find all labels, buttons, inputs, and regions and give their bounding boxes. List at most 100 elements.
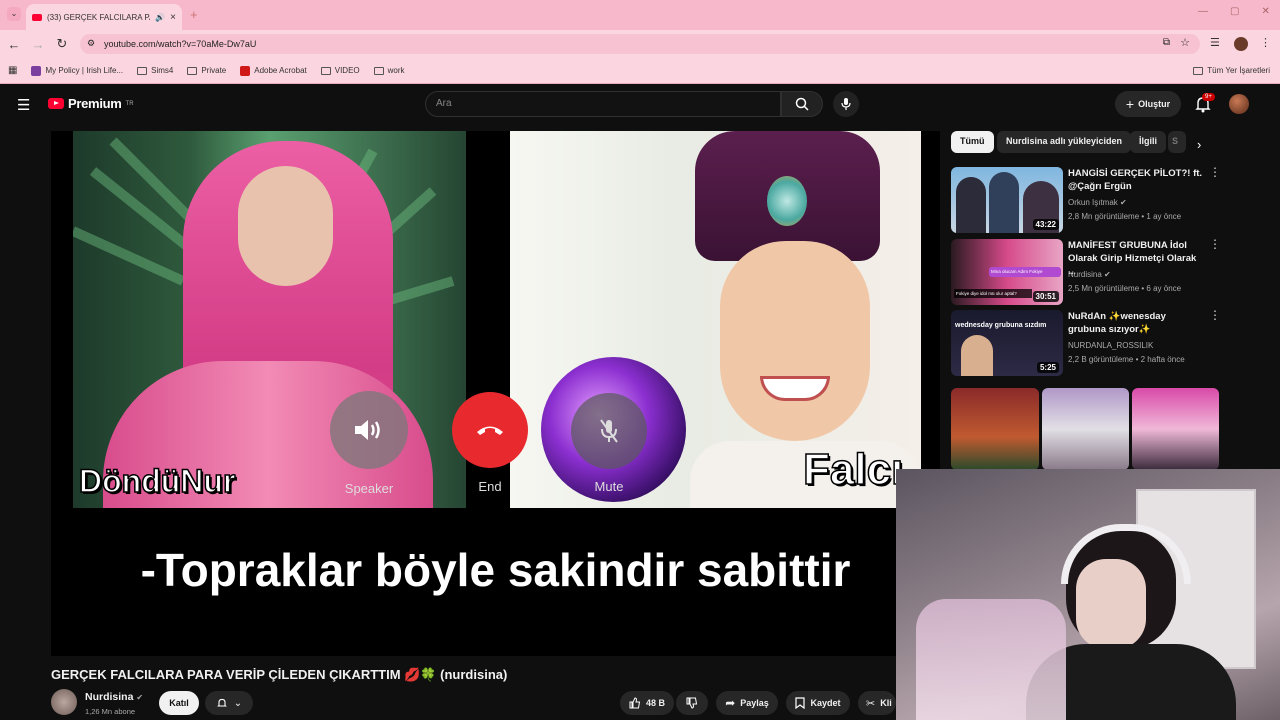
chip-related[interactable]: İlgili (1130, 131, 1166, 153)
youtube-play-icon (48, 98, 64, 109)
voice-search-button[interactable] (833, 91, 859, 117)
maximize-icon[interactable]: ▢ (1230, 6, 1239, 17)
plush-toys (916, 599, 1066, 720)
search-input[interactable]: Ara (425, 91, 781, 117)
thumbs-up-icon (629, 697, 641, 709)
bookmark-folder[interactable]: work (373, 66, 405, 75)
speaker-button[interactable] (330, 391, 408, 469)
video-title: GERÇEK FALCILARA PARA VERİP ÇİLEDEN ÇIKA… (51, 667, 508, 682)
recommendation-item[interactable]: 43:22 HANGİSİ GERÇEK PİLOT?! ft. @Çağrı … (951, 166, 1223, 235)
save-button[interactable]: Kaydet (786, 691, 850, 715)
mute-button[interactable] (571, 393, 647, 469)
clip-button[interactable]: ✂ Kli (858, 691, 896, 715)
chip-all[interactable]: Tümü (951, 131, 994, 153)
bookmark-star-icon[interactable]: ☆ (1180, 36, 1190, 49)
folder-icon (373, 66, 384, 75)
subscriber-count: 1,26 Mn abone (85, 707, 136, 716)
recommendation-item[interactable]: wednesday grubuna sızdım 5:25 NuRdAn ✨we… (951, 309, 1223, 378)
channel-name[interactable]: Nurdisina ✔ (85, 691, 143, 703)
person-figure (989, 172, 1019, 233)
apps-icon[interactable]: ▦ (8, 65, 17, 76)
audio-icon: 🔊 (155, 12, 166, 22)
minimize-icon[interactable]: — (1198, 6, 1208, 17)
person-figure (961, 335, 993, 376)
mute-label: Mute (594, 479, 624, 494)
turban-jewel (767, 176, 807, 226)
shorts-thumbnail[interactable] (951, 388, 1039, 470)
install-icon[interactable]: ⧉ (1163, 37, 1170, 48)
bookmark-favicon-icon (31, 65, 42, 76)
like-button[interactable]: 48 B (620, 691, 674, 715)
share-button[interactable]: ➦ Paylaş (716, 691, 778, 715)
create-label: Oluştur (1138, 99, 1171, 109)
caller-left-panel (73, 131, 466, 508)
clip-label: Kli (880, 698, 892, 708)
end-call-button[interactable] (452, 392, 528, 468)
bookmark-icon (795, 697, 806, 709)
tab-close-icon[interactable]: × (170, 12, 176, 23)
channel-avatar[interactable] (51, 689, 77, 715)
person-face (238, 166, 333, 286)
bookmark-item[interactable]: Adobe Acrobat (240, 65, 307, 76)
site-info-icon[interactable]: ⚙ (87, 38, 95, 49)
shorts-thumbnail[interactable] (1132, 388, 1219, 470)
share-icon: ➦ (725, 696, 736, 710)
create-button[interactable]: + Oluştur (1115, 91, 1181, 117)
tab-title: (33) GERÇEK FALCILARA PA (47, 12, 151, 22)
user-avatar[interactable] (1229, 94, 1249, 114)
dislike-button[interactable] (676, 691, 708, 715)
notification-badge: 9+ (1202, 93, 1215, 101)
reload-icon[interactable]: ↻ (50, 36, 74, 52)
bookmark-item[interactable]: My Policy | Irish Life... (31, 65, 123, 76)
search-placeholder: Ara (436, 98, 452, 109)
recommendation-channel: Orkun Işıtmak ✔ (1068, 198, 1127, 207)
address-bar[interactable]: ⚙ youtube.com/watch?v=70aMe-Dw7aU ⧉ ☆ (80, 34, 1200, 54)
recommendation-title: HANGİSİ GERÇEK PİLOT?! ft. @Çağrı Ergün (1068, 168, 1203, 192)
more-actions-icon[interactable]: ⋮ (1209, 309, 1221, 321)
more-actions-icon[interactable]: ⋮ (1209, 166, 1221, 178)
forward-icon[interactable]: → (26, 37, 50, 52)
video-player[interactable]: DöndüNur Falcı Speaker End Mute -Toprakl… (51, 131, 940, 656)
recommendation-meta: 2,5 Mn görüntüleme • 6 ay önce (1068, 284, 1182, 293)
youtube-favicon-icon (32, 13, 42, 21)
recommendation-thumbnail: Mina olucam Adım Fokiye Fokiye diye idol… (951, 239, 1063, 305)
join-button[interactable]: Katıl (159, 691, 199, 715)
browser-tab-strip: ⌄ (33) GERÇEK FALCILARA PA 🔊 × + — ▢ ✕ (0, 0, 1280, 30)
chip-next-icon[interactable]: › (1197, 137, 1201, 152)
bookmarks-bar: ▦ My Policy | Irish Life... Sims4 Privat… (0, 58, 1280, 84)
scissors-icon: ✂ (866, 697, 876, 710)
browser-tab[interactable]: (33) GERÇEK FALCILARA PA 🔊 × (26, 4, 182, 30)
folder-icon (320, 66, 331, 75)
bookmark-folder[interactable]: Private (187, 66, 226, 75)
more-actions-icon[interactable]: ⋮ (1209, 238, 1221, 250)
hamburger-menu-icon[interactable]: ☰ (17, 96, 30, 114)
chip-truncated[interactable]: S (1168, 131, 1186, 153)
back-icon[interactable]: ← (2, 37, 26, 52)
video-subtitle: -Topraklar böyle sakindir sabittir (140, 544, 851, 596)
subscribed-bell-button[interactable]: ⌄ (205, 691, 253, 715)
person-figure (956, 177, 986, 233)
video-duration: 30:51 (1032, 291, 1059, 302)
streamer-webcam-overlay (896, 469, 1280, 720)
new-tab-icon[interactable]: + (190, 7, 198, 22)
save-label: Kaydet (810, 698, 841, 708)
youtube-logo[interactable]: Premium TR (48, 96, 134, 111)
chip-from-uploader[interactable]: Nurdisina adlı yükleyiciden (997, 131, 1132, 153)
close-window-icon[interactable]: ✕ (1261, 6, 1269, 17)
profile-avatar[interactable] (1234, 37, 1248, 51)
all-bookmarks-folder[interactable]: Tüm Yer İşaretleri (1193, 66, 1270, 75)
right-caller-name: Falcı (802, 444, 904, 495)
tab-search-icon[interactable]: ⌄ (7, 7, 21, 21)
recommendation-item[interactable]: Mina olucam Adım Fokiye Fokiye diye idol… (951, 238, 1223, 307)
thumbnail-caption: wednesday grubuna sızdım (955, 322, 1047, 329)
channel-name: Nurdisina (1068, 270, 1102, 279)
reading-list-icon[interactable]: ☰ (1210, 36, 1220, 49)
folder-icon (187, 66, 198, 75)
recommendation-meta: 2,2 B görüntüleme • 2 hafta önce (1068, 355, 1185, 364)
shorts-thumbnail[interactable] (1042, 388, 1129, 470)
bookmark-folder[interactable]: VIDEO (320, 66, 360, 75)
bookmark-folder[interactable]: Sims4 (137, 66, 173, 75)
menu-icon[interactable]: ⋮ (1260, 36, 1271, 49)
speaker-label: Speaker (344, 481, 394, 496)
search-button[interactable] (781, 91, 823, 117)
